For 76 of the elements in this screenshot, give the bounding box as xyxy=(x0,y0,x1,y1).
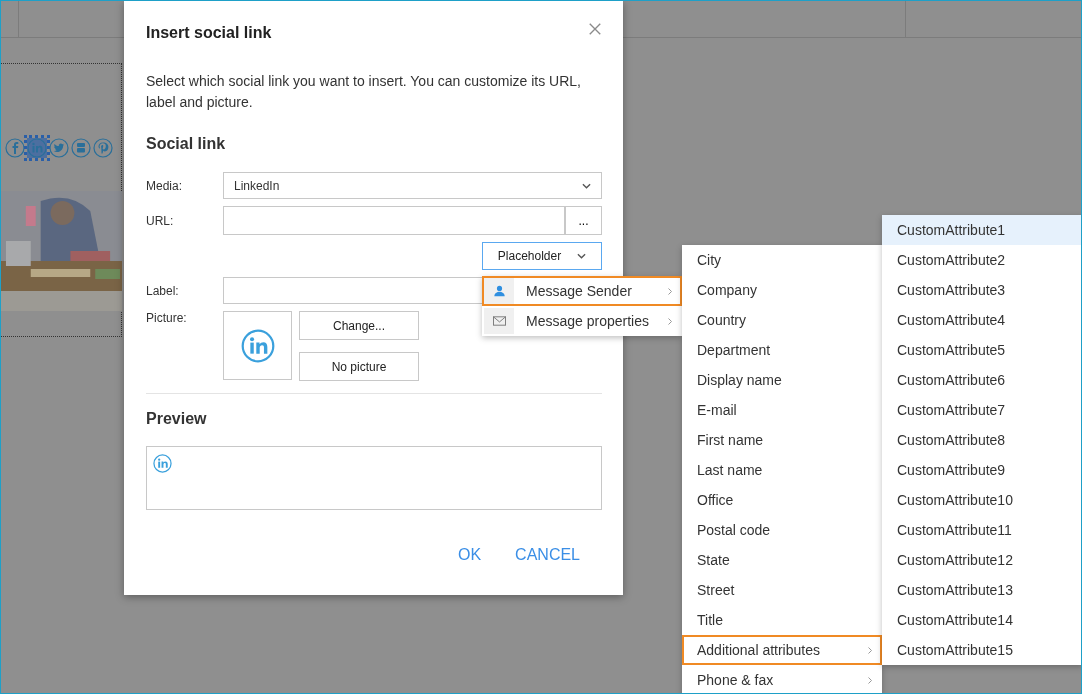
envelope-icon xyxy=(492,315,506,327)
menu-item[interactable]: CustomAttribute7 xyxy=(882,395,1081,425)
menu-item[interactable]: Office xyxy=(682,485,882,515)
menu-item[interactable]: CustomAttribute6 xyxy=(882,365,1081,395)
menu-item-label: Postal code xyxy=(697,522,772,538)
field-label: Label: xyxy=(146,283,180,298)
menu-item[interactable]: First name xyxy=(682,425,882,455)
linkedin-icon xyxy=(240,328,275,363)
menu-item[interactable]: Postal code xyxy=(682,515,882,545)
menu-item[interactable]: CustomAttribute9 xyxy=(882,455,1081,485)
menu-item[interactable]: Phone & fax xyxy=(682,665,882,693)
dialog-description: Select which social link you want to insert. You can customize its URL, label and picture. xyxy=(146,72,582,112)
browse-button[interactable]: ... xyxy=(565,206,602,235)
menu-item[interactable]: CustomAttribute8 xyxy=(882,425,1081,455)
section-title: Social link xyxy=(146,135,227,154)
bird-icon[interactable] xyxy=(49,138,69,158)
menu-item-label: Department xyxy=(697,342,772,358)
menu-item-label: Message Sender xyxy=(526,283,633,299)
menu-item-label: Message properties xyxy=(526,313,650,329)
menu-item[interactable]: Message Sender xyxy=(482,276,682,306)
facebook-icon[interactable] xyxy=(5,138,25,158)
media-dropdown[interactable]: LinkedIn xyxy=(223,172,602,199)
section-title: Preview xyxy=(146,410,208,429)
menu-item[interactable]: CustomAttribute10 xyxy=(882,485,1081,515)
menu-item[interactable]: Company xyxy=(682,275,882,305)
menu-item[interactable]: State xyxy=(682,545,882,575)
menu-item[interactable]: Country xyxy=(682,305,882,335)
menu-item-label: E-mail xyxy=(697,402,738,418)
field-label: Media: xyxy=(146,178,184,193)
menu-item[interactable]: Additional attributes xyxy=(682,635,882,665)
menu-item-label: Phone & fax xyxy=(697,672,775,688)
linkedin-icon[interactable] xyxy=(27,138,47,158)
menu-item[interactable]: CustomAttribute2 xyxy=(882,245,1081,275)
menu-item-label: Title xyxy=(697,612,724,628)
menu-item-label: Additional attributes xyxy=(697,642,821,658)
menu-item[interactable]: CustomAttribute12 xyxy=(882,545,1081,575)
chevron-down-icon xyxy=(582,182,591,189)
linkedin-icon xyxy=(153,454,172,473)
menu-item[interactable]: Display name xyxy=(682,365,882,395)
picture-button[interactable]: Change... xyxy=(299,311,419,340)
pin-icon[interactable] xyxy=(93,138,113,158)
chevron-down-icon xyxy=(577,253,587,259)
menu-item[interactable]: Last name xyxy=(682,455,882,485)
menu-item[interactable]: CustomAttribute14 xyxy=(882,605,1081,635)
menu-item[interactable]: Message properties xyxy=(482,306,682,336)
video-icon[interactable] xyxy=(71,138,91,158)
person-icon xyxy=(492,285,506,297)
menu-item[interactable]: CustomAttribute11 xyxy=(882,515,1081,545)
close-icon[interactable] xyxy=(588,22,602,36)
menu-item-label: Country xyxy=(697,312,748,328)
menu-item[interactable]: CustomAttribute15 xyxy=(882,635,1081,665)
menu-item[interactable]: E-mail xyxy=(682,395,882,425)
menu-item[interactable]: Department xyxy=(682,335,882,365)
url-field[interactable] xyxy=(223,206,565,235)
menu-item[interactable]: CustomAttribute3 xyxy=(882,275,1081,305)
field-label: Picture: xyxy=(146,311,188,325)
menu-item-label: Office xyxy=(697,492,735,508)
menu-item-label: Last name xyxy=(697,462,764,478)
menu-item-label: Company xyxy=(697,282,758,298)
field-label: URL: xyxy=(146,213,175,228)
dropdown-value: LinkedIn xyxy=(234,178,280,193)
menu-item[interactable]: Title xyxy=(682,605,882,635)
menu-item[interactable]: CustomAttribute4 xyxy=(882,305,1081,335)
menu-item[interactable]: Street xyxy=(682,575,882,605)
menu-item-label: Display name xyxy=(697,372,783,388)
picture-button[interactable]: No picture xyxy=(299,352,419,381)
menu-item[interactable]: CustomAttribute13 xyxy=(882,575,1081,605)
menu-item-label: City xyxy=(697,252,723,268)
menu-item[interactable]: City xyxy=(682,245,882,275)
menu-item[interactable]: CustomAttribute1 xyxy=(882,215,1081,245)
menu-item-label: First name xyxy=(697,432,765,448)
dialog-title: Insert social link xyxy=(146,24,272,42)
menu-item[interactable]: CustomAttribute5 xyxy=(882,335,1081,365)
menu-item-label: State xyxy=(697,552,731,568)
menu-item-label: Street xyxy=(697,582,736,598)
placeholder-button[interactable]: Placeholder xyxy=(482,242,602,270)
